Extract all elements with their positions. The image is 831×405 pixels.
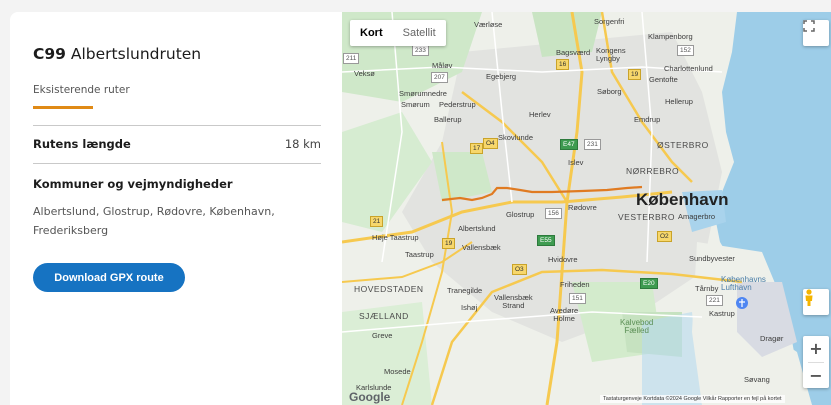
category-accent-bar [33,106,93,109]
fullscreen-icon [803,20,815,32]
map-label: Ishøj [461,303,478,312]
map-label: SJÆLLAND [359,311,409,321]
route-code: C99 [33,45,66,63]
road-shield: 19 [628,69,642,80]
zoom-in-button[interactable]: + [809,336,822,362]
municipalities-list: Albertslund, Glostrup, Rødovre, Københav… [33,205,275,237]
map[interactable]: Værløse Sorgenfri Klampenborg Bagsværd K… [342,12,831,405]
map-label: Tranegilde [447,286,483,295]
map-label: Rødovre [568,203,597,212]
road-shield: E47 [560,139,578,150]
google-logo: Google [349,390,391,404]
road-shield: 156 [545,208,562,219]
length-label: Rutens længde [33,137,131,151]
map-label: Bagsværd [556,48,591,57]
map-label: Friheden [560,280,590,289]
map-label: Hellerup [665,97,693,106]
road-shield: O3 [512,264,527,275]
map-attribution[interactable]: Tastaturgenveje Kortdata ©2024 Google Vi… [600,395,785,403]
road-shield: 221 [706,295,723,306]
divider [33,163,321,164]
map-label: NØRREBRO [626,166,680,176]
map-label: Dragør [760,334,784,343]
route-title: C99 Albertslundruten [33,45,201,63]
map-label: Hvidovre [548,255,578,264]
route-info-card: C99 Albertslundruten Eksisterende ruter … [10,12,342,405]
map-label: Tårnby [695,284,719,293]
road-shield: 211 [343,53,360,64]
map-label: Islev [568,158,584,167]
map-label: Pederstrup [439,100,476,109]
map-label: Skovlunde [498,133,534,142]
map-label: Klampenborg [648,32,693,41]
divider [33,125,321,126]
map-label: Smørumnedre [399,89,447,98]
road-shield: 21 [370,216,384,227]
map-label: VESTERBRO [618,212,675,222]
map-label: Albertslund [458,224,496,233]
road-shield: 17 [470,143,484,154]
map-type-control: Kort Satellit [350,20,446,46]
zoom-control: + − [803,336,829,388]
route-name: Albertslundruten [70,45,202,63]
map-label: Amagerbro [678,212,716,221]
map-label: Værløse [474,20,503,29]
map-label-city: København [636,190,729,209]
road-shield: E20 [640,278,658,289]
map-label: Vallensbæk Strand [494,293,533,310]
fullscreen-button[interactable] [803,20,829,46]
page: C99 Albertslundruten Eksisterende ruter … [0,0,831,405]
road-shield: 19 [442,238,456,249]
road-shield: 207 [431,72,448,83]
road-shield: 231 [584,139,601,150]
map-label: Kalvebod Fælled [620,318,654,335]
pegman-button[interactable] [803,289,829,315]
map-label: Veksø [354,69,375,78]
download-gpx-button[interactable]: Download GPX route [33,263,185,292]
road-shield: 233 [412,45,429,56]
map-label: Søborg [597,87,622,96]
map-label: ØSTERBRO [657,140,709,150]
map-label: Emdrup [634,115,661,124]
map-label: Kongens Lyngby [596,46,626,63]
map-type-map[interactable]: Kort [350,20,393,46]
map-label: Greve [372,331,393,340]
map-label: Egebjerg [486,72,517,81]
map-label: Herlev [529,110,551,119]
map-label: Københavns Lufthavn [721,275,766,292]
map-label: Gentofte [649,75,678,84]
map-label: Søvang [744,375,770,384]
pegman-icon [805,289,813,306]
map-type-satellite[interactable]: Satellit [393,20,446,46]
map-label: Charlottenlund [664,64,713,73]
zoom-out-button[interactable]: − [809,363,822,388]
route-category: Eksisterende ruter [33,84,130,96]
map-label: Ballerup [434,115,462,124]
road-shield: O4 [483,138,498,149]
map-label: Sundbyvester [689,254,735,263]
road-shield: 152 [677,45,694,56]
road-shield: 16 [556,59,570,70]
length-value: 18 km [284,137,321,151]
map-label: Sorgenfri [594,17,625,26]
map-label: Taastrup [405,250,434,259]
map-label: Mosede [384,367,411,376]
map-label: Måløv [432,61,453,70]
map-label: HOVEDSTADEN [354,284,424,294]
map-label: Avedøre Holme [550,306,579,323]
map-label: Vallensbæk [462,243,501,252]
road-shield: E55 [537,235,555,246]
map-label: Smørum [401,100,430,109]
municipalities-heading: Kommuner og vejmyndigheder [33,177,233,191]
road-shield: O2 [657,231,672,242]
map-label: Kastrup [709,309,735,318]
map-label: Høje Taastrup [372,233,419,242]
map-label: Glostrup [506,210,535,219]
road-shield: 151 [569,293,586,304]
